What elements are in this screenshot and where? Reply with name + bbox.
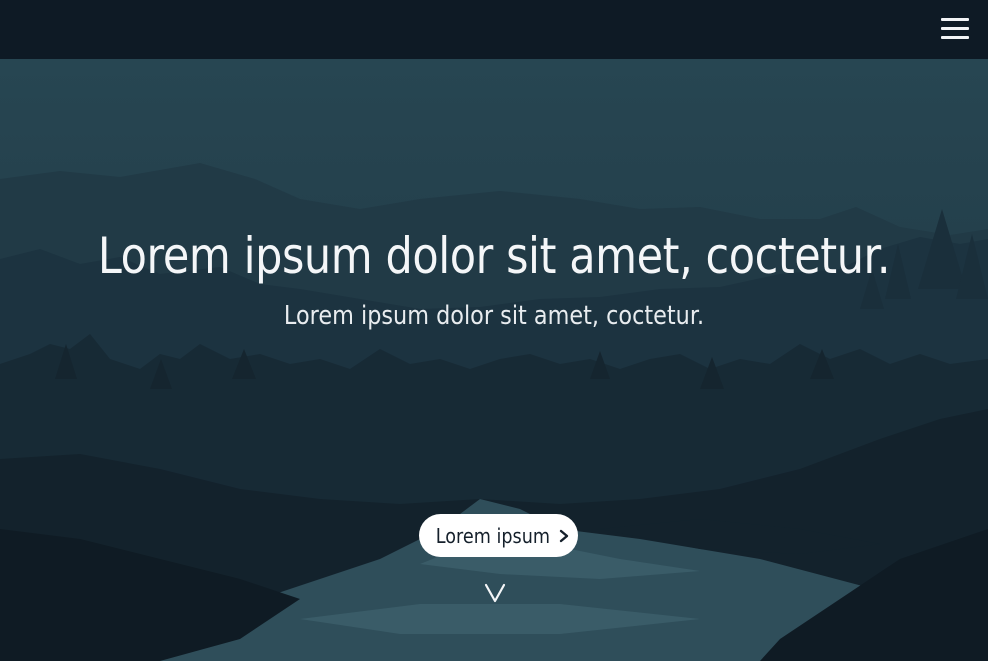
chevron-down-icon[interactable] [484, 582, 506, 604]
hero-subtitle: Lorem ipsum dolor sit amet, coctetur. [283, 301, 705, 331]
cta-button[interactable]: Lorem ipsum [419, 514, 578, 557]
hamburger-menu-icon[interactable] [941, 17, 969, 41]
landscape-background [0, 59, 988, 661]
cta-button-label: Lorem ipsum [435, 523, 550, 548]
chevron-right-icon [559, 524, 569, 548]
hero-section: Lorem ipsum dolor sit amet, coctetur. Lo… [0, 59, 988, 661]
hero-title: Lorem ipsum dolor sit amet, coctetur. [97, 227, 891, 285]
top-bar [0, 0, 988, 59]
